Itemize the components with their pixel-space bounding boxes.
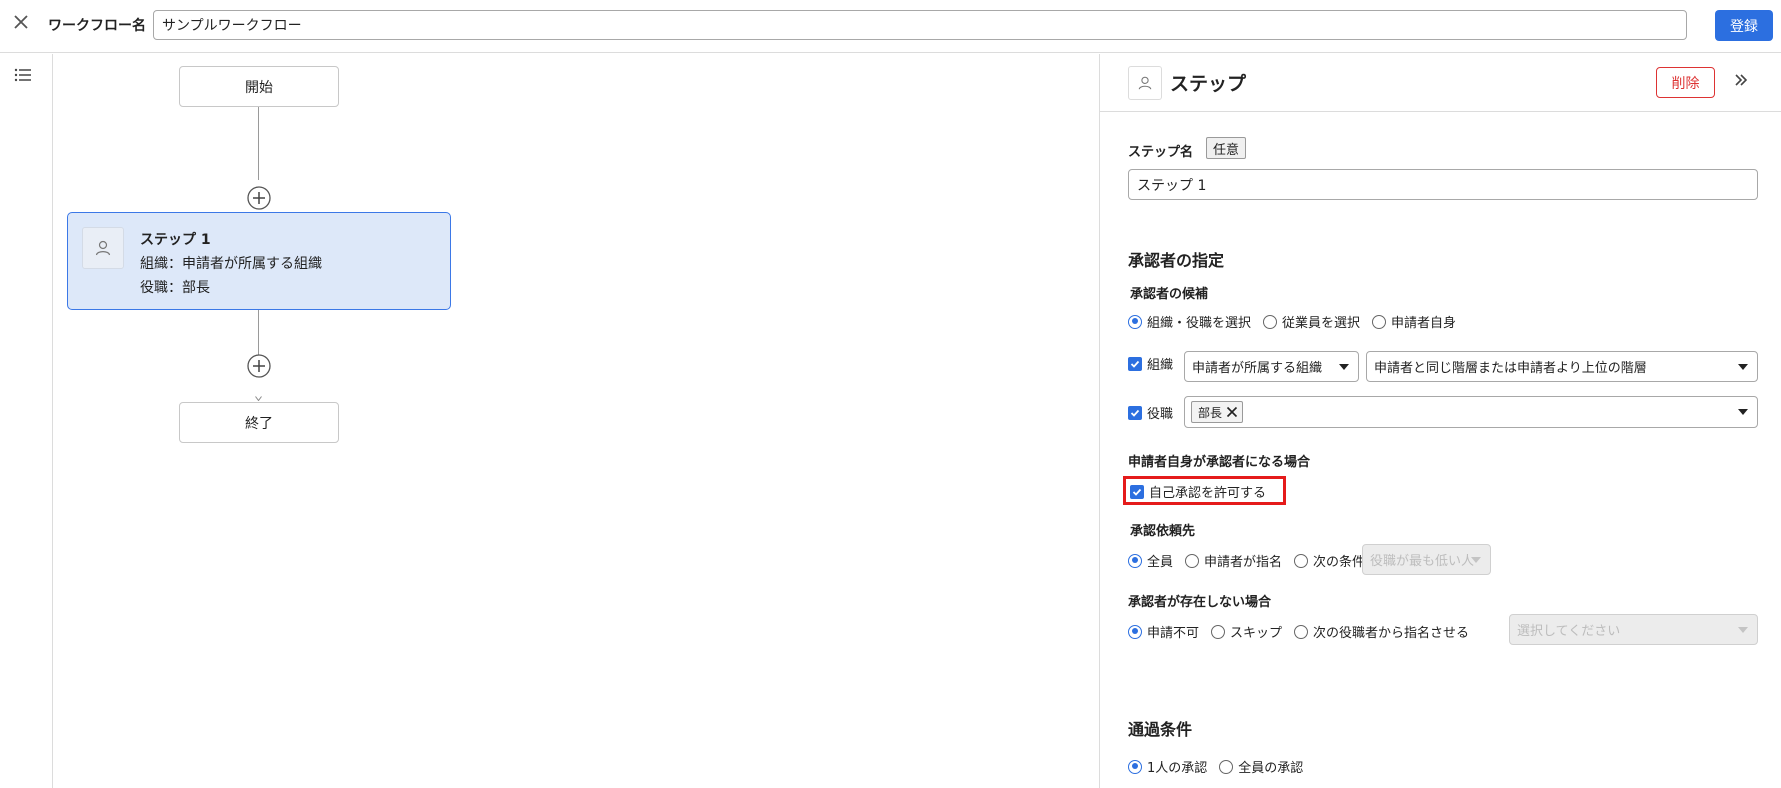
org-scope-value: 申請者と同じ階層または申請者より上位の階層 (1374, 361, 1647, 376)
radio-label: 全員の承認 (1238, 761, 1304, 776)
radio-button[interactable] (1294, 553, 1309, 568)
radio-skip[interactable]: スキップ (1211, 622, 1282, 641)
org-select-value: 申請者が所属する組織 (1192, 361, 1323, 376)
caret-down-icon (1738, 409, 1748, 415)
org-checkbox[interactable] (1128, 356, 1142, 371)
caret-down-icon (1471, 557, 1481, 563)
person-icon (1138, 76, 1152, 90)
step-avatar (82, 227, 124, 269)
step-name-label: ステップ名 (1128, 145, 1194, 160)
no-approver-radio-group: 申請不可 スキップ 次の役職者から指名させる (1128, 622, 1481, 641)
arrow-down-icon (255, 396, 262, 401)
close-icon[interactable] (12, 13, 30, 31)
radio-all[interactable]: 全員 (1128, 551, 1173, 570)
delete-button[interactable]: 削除 (1656, 67, 1715, 98)
panel-title: ステップ (1170, 73, 1247, 95)
radio-label: 次の役職者から指名させる (1313, 626, 1470, 641)
radio-button[interactable] (1185, 553, 1200, 568)
caret-down-icon (1738, 364, 1748, 370)
step-position: 役職：部長 (140, 280, 210, 296)
radio-label: 申請者自身 (1391, 316, 1457, 331)
list-icon[interactable] (14, 67, 32, 83)
radio-button[interactable] (1294, 624, 1309, 639)
step-settings-panel: ステップ 削除 ステップ名 任意 承認者の指定 承認者の候補 組織・役職を選択 … (1099, 54, 1781, 788)
radio-applicant-self[interactable]: 申請者自身 (1372, 312, 1456, 331)
person-icon (95, 240, 111, 256)
no-approver-label: 承認者が存在しない場合 (1128, 595, 1272, 610)
radio-cannot-apply[interactable]: 申請不可 (1128, 622, 1199, 641)
remove-icon[interactable] (1226, 406, 1238, 418)
candidates-label: 承認者の候補 (1130, 287, 1209, 302)
panel-header: ステップ 削除 (1100, 54, 1781, 112)
radio-label: 組織・役職を選択 (1147, 316, 1252, 331)
caret-down-icon (1738, 627, 1748, 633)
org-checkbox-row: 組織 (1128, 354, 1173, 373)
position-select[interactable]: 部長 (1184, 396, 1758, 428)
caret-down-icon (1339, 364, 1349, 370)
radio-org-position[interactable]: 組織・役職を選択 (1128, 312, 1251, 331)
radio-button[interactable] (1219, 759, 1234, 774)
workflow-name-input[interactable] (153, 10, 1687, 40)
end-node[interactable]: 終了 (179, 402, 339, 443)
optional-badge: 任意 (1206, 137, 1247, 159)
workflow-name-label: ワークフロー名 (48, 18, 146, 34)
condition-select[interactable]: 役職が最も低い人 (1362, 544, 1491, 575)
top-bar: ワークフロー名 登録 (0, 0, 1781, 53)
double-chevron-right-icon[interactable] (1734, 73, 1748, 87)
check-icon (1130, 409, 1140, 417)
self-approval-section-label: 申請者自身が承認者になる場合 (1128, 455, 1311, 470)
designate-select[interactable]: 選択してください (1509, 614, 1758, 645)
radio-label: 1人の承認 (1147, 761, 1208, 776)
radio-applicant-designates[interactable]: 申請者が指名 (1185, 551, 1282, 570)
radio-all-approval[interactable]: 全員の承認 (1219, 757, 1303, 776)
start-node[interactable]: 開始 (179, 66, 339, 107)
approver-section-title: 承認者の指定 (1128, 251, 1225, 270)
pass-condition-radio-group: 1人の承認 全員の承認 (1128, 757, 1315, 776)
position-checkbox[interactable] (1128, 405, 1142, 420)
designate-select-placeholder: 選択してください (1517, 624, 1621, 639)
pass-condition-section-title: 通過条件 (1128, 720, 1193, 739)
radio-label: スキップ (1230, 626, 1283, 641)
check-icon (1130, 360, 1140, 368)
position-checkbox-row: 役職 (1128, 403, 1173, 422)
radio-button[interactable] (1211, 624, 1226, 639)
register-button[interactable]: 登録 (1715, 10, 1773, 41)
position-checkbox-label: 役職 (1147, 407, 1174, 422)
org-select[interactable]: 申請者が所属する組織 (1184, 351, 1359, 382)
workflow-canvas: 開始 ステップ 1 組織：申請者が所属する組織 役職：部長 終了 (54, 54, 1099, 788)
position-chip: 部長 (1191, 401, 1244, 423)
step-name-input[interactable] (1128, 169, 1758, 200)
step-organization: 組織：申請者が所属する組織 (140, 256, 322, 272)
highlight-box (1123, 476, 1286, 505)
position-chip-label: 部長 (1198, 405, 1223, 420)
radio-button[interactable] (1372, 314, 1387, 329)
radio-designate-next[interactable]: 次の役職者から指名させる (1294, 622, 1469, 641)
step-node[interactable]: ステップ 1 組織：申請者が所属する組織 役職：部長 (67, 212, 451, 310)
radio-one-approval[interactable]: 1人の承認 (1128, 757, 1207, 776)
org-scope-select[interactable]: 申請者と同じ階層または申請者より上位の階層 (1366, 351, 1758, 382)
radio-label: 全員 (1147, 555, 1174, 570)
radio-label: 申請者が指名 (1204, 555, 1283, 570)
radio-label: 申請不可 (1147, 626, 1200, 641)
radio-button[interactable] (1128, 759, 1142, 774)
radio-button[interactable] (1128, 624, 1142, 639)
left-rail (0, 54, 53, 788)
org-checkbox-label: 組織 (1147, 358, 1174, 373)
radio-label: 従業員を選択 (1282, 316, 1361, 331)
candidate-radio-group: 組織・役職を選択 従業員を選択 申請者自身 (1128, 312, 1468, 331)
condition-select-value: 役職が最も低い人 (1370, 554, 1475, 569)
radio-button[interactable] (1263, 314, 1278, 329)
radio-next-condition[interactable]: 次の条件 (1294, 551, 1365, 570)
add-step-icon[interactable] (247, 186, 271, 210)
radio-employee[interactable]: 従業員を選択 (1263, 312, 1360, 331)
request-to-label: 承認依頼先 (1130, 524, 1196, 539)
connector-line (258, 95, 259, 180)
step-avatar (1128, 66, 1162, 100)
add-step-icon[interactable] (247, 354, 271, 378)
radio-label: 次の条件 (1313, 555, 1366, 570)
step-title: ステップ 1 (140, 232, 211, 248)
request-to-radio-group: 全員 申請者が指名 次の条件 (1128, 551, 1377, 570)
radio-button[interactable] (1128, 553, 1142, 568)
radio-button[interactable] (1128, 314, 1142, 329)
